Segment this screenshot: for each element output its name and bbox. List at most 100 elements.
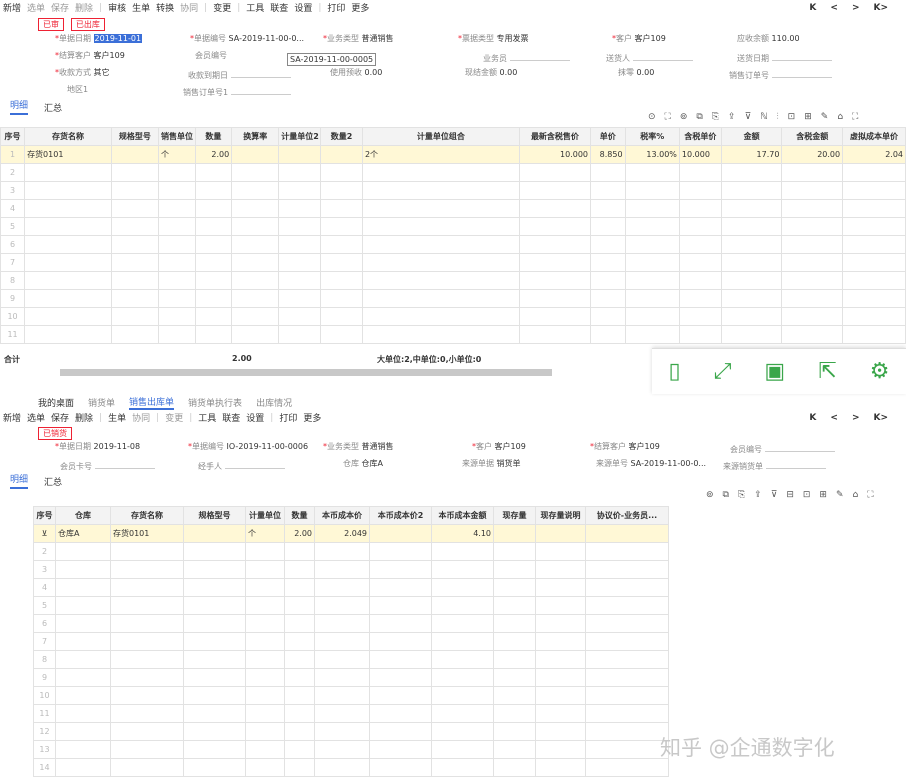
tb-settings[interactable]: 设置 — [294, 1, 312, 14]
table-row[interactable]: 3 — [0, 181, 906, 200]
btb-gen[interactable]: 生单 — [108, 411, 126, 424]
table-row[interactable]: 5 — [33, 596, 669, 615]
tb-convert[interactable]: 转换 — [156, 1, 174, 14]
b-filter-icon[interactable]: ⊽ — [771, 490, 778, 500]
advance-field[interactable]: 0.00 — [365, 68, 383, 77]
table-row[interactable]: 3 — [33, 560, 669, 579]
locate-icon[interactable]: ⊙ — [648, 112, 656, 122]
filter-icon[interactable]: ⊽ — [745, 112, 752, 122]
b-col-stock[interactable]: 现存量 — [493, 506, 536, 525]
chart-icon[interactable]: ⫶ — [776, 112, 778, 122]
tb-tools[interactable]: 工具 — [246, 1, 264, 14]
b-settle-field[interactable]: 客户109 — [629, 442, 660, 451]
biz-type-field[interactable]: 普通销售 — [362, 34, 394, 43]
b-col-stock-note[interactable]: 现存量说明 — [535, 506, 586, 525]
b-source-sales-field[interactable] — [765, 458, 826, 469]
b-customer-field[interactable]: 客户109 — [495, 442, 526, 451]
col-virtual-cost[interactable]: 虚拟成本单价 — [842, 127, 906, 146]
wtab-exec[interactable]: 销货单执行表 — [188, 396, 242, 409]
b-card-field[interactable] — [94, 458, 155, 469]
b-col-unit[interactable]: 计量单位 — [245, 506, 285, 525]
tab-detail[interactable]: 明细 — [10, 99, 29, 115]
fullscreen-icon[interactable]: ⛶ — [852, 112, 858, 122]
b-col-qty[interactable]: 数量 — [284, 506, 315, 525]
btb-more[interactable]: 更多 — [303, 411, 321, 424]
col-unit[interactable]: 销售单位 — [157, 127, 196, 146]
deliverer-field[interactable] — [632, 50, 693, 61]
b-col-agreed-price[interactable]: 协议价-业务员... — [585, 506, 669, 525]
table-row[interactable]: 5 — [0, 217, 906, 236]
table-row[interactable]: 4 — [0, 199, 906, 218]
table-row[interactable]: 4 — [33, 578, 669, 597]
nav-prev-icon[interactable]: < — [830, 3, 838, 13]
btb-delete[interactable]: 删除 — [75, 411, 93, 424]
table-row[interactable]: 6 — [33, 614, 669, 633]
btb-settings[interactable]: 设置 — [246, 411, 264, 424]
h-scrollbar[interactable] — [60, 369, 552, 376]
table-row[interactable]: 1 存货0101 个 2.00 2个 10.000 8.850 13.00% 10.000 17.… — [0, 145, 906, 164]
b-col-no[interactable]: 序号 — [33, 506, 56, 525]
b-source-no-field[interactable]: SA-2019-11-00-0... — [631, 459, 707, 468]
grid-icon[interactable]: ⊞ — [804, 112, 812, 122]
b-split-icon[interactable]: ⊟ — [786, 490, 794, 500]
gear-icon[interactable]: ⚙ — [870, 359, 890, 384]
customer-field[interactable]: 客户109 — [635, 34, 666, 43]
b-nav-next-icon[interactable]: > — [852, 413, 860, 423]
col-amount[interactable]: 金额 — [720, 127, 783, 146]
b-col-wh[interactable]: 仓库 — [55, 506, 111, 525]
wtab-sales[interactable]: 销货单 — [88, 396, 115, 409]
nav-last-icon[interactable]: K> — [873, 3, 888, 13]
copy-icon[interactable]: ⧉ — [696, 112, 702, 122]
b-pin-icon[interactable]: ⊚ — [706, 490, 714, 500]
btb-select[interactable]: 选单 — [27, 411, 45, 424]
col-spec[interactable]: 规格型号 — [110, 127, 159, 146]
b-edit-icon[interactable]: ✎ — [836, 490, 844, 500]
col-price[interactable]: 单价 — [590, 127, 626, 146]
tb-query[interactable]: 联查 — [270, 1, 288, 14]
pin-icon[interactable]: ⊚ — [680, 112, 688, 122]
btb-save[interactable]: 保存 — [51, 411, 69, 424]
col-tax-rate[interactable]: 税率% — [624, 127, 680, 146]
table-row[interactable]: 2 — [0, 163, 906, 182]
col-no[interactable]: 序号 — [0, 127, 26, 146]
b-export-icon[interactable]: ⇪ — [754, 490, 762, 500]
table-row[interactable]: 9 — [33, 668, 669, 687]
document-icon[interactable]: ▯ — [669, 359, 681, 384]
nav-next-icon[interactable]: > — [852, 3, 860, 13]
rounding-field[interactable]: 0.00 — [637, 68, 655, 77]
btb-print[interactable]: 打印 — [279, 411, 297, 424]
col-tax-amount[interactable]: 含税金额 — [781, 127, 844, 146]
b-handler-field[interactable] — [224, 458, 285, 469]
save-icon[interactable]: ▣ — [764, 359, 785, 384]
expand-icon[interactable]: ⛶ — [665, 112, 671, 122]
b-bill-no-field[interactable]: IO-2019-11-00-0006 — [227, 442, 309, 451]
b-fullscreen-icon[interactable]: ⛶ — [867, 490, 873, 500]
b-member-field[interactable] — [764, 441, 835, 452]
b-nav-prev-icon[interactable]: < — [830, 413, 838, 423]
split-icon[interactable]: ℕ — [760, 112, 767, 122]
table-row[interactable]: 8 — [0, 271, 906, 290]
tb-print[interactable]: 打印 — [327, 1, 345, 14]
wtab-outbound[interactable]: 销售出库单 — [129, 395, 175, 410]
sales-order-1-field[interactable] — [230, 84, 291, 95]
btb-change[interactable]: 变更 — [165, 411, 183, 424]
date-field[interactable]: 2019-11-01 — [93, 34, 143, 43]
sales-order-field[interactable] — [771, 67, 832, 78]
col-tax-price[interactable]: 含税单价 — [678, 127, 722, 146]
tb-new[interactable]: 新增 — [3, 1, 21, 14]
table-row[interactable]: 11 — [0, 325, 906, 344]
b-col-cost2[interactable]: 本币成本价2 — [369, 506, 432, 525]
table-row[interactable]: 2 — [33, 542, 669, 561]
b-tab-detail[interactable]: 明细 — [10, 473, 29, 489]
b-paste-icon[interactable]: ⎘ — [738, 490, 745, 500]
table-row[interactable]: 11 — [33, 704, 669, 723]
b-date-field[interactable]: 2019-11-08 — [94, 442, 141, 451]
home-icon[interactable]: ⌂ — [837, 112, 843, 122]
b-nav-last-icon[interactable]: K> — [873, 413, 888, 423]
payment-method-field[interactable]: 其它 — [94, 68, 110, 77]
table-row[interactable]: 7 — [33, 632, 669, 651]
config-icon[interactable]: ⊡ — [788, 112, 796, 122]
col-rate[interactable]: 换算率 — [231, 127, 280, 146]
b-nav-first-icon[interactable]: K — [809, 413, 816, 423]
b-col-spec[interactable]: 规格型号 — [183, 506, 246, 525]
